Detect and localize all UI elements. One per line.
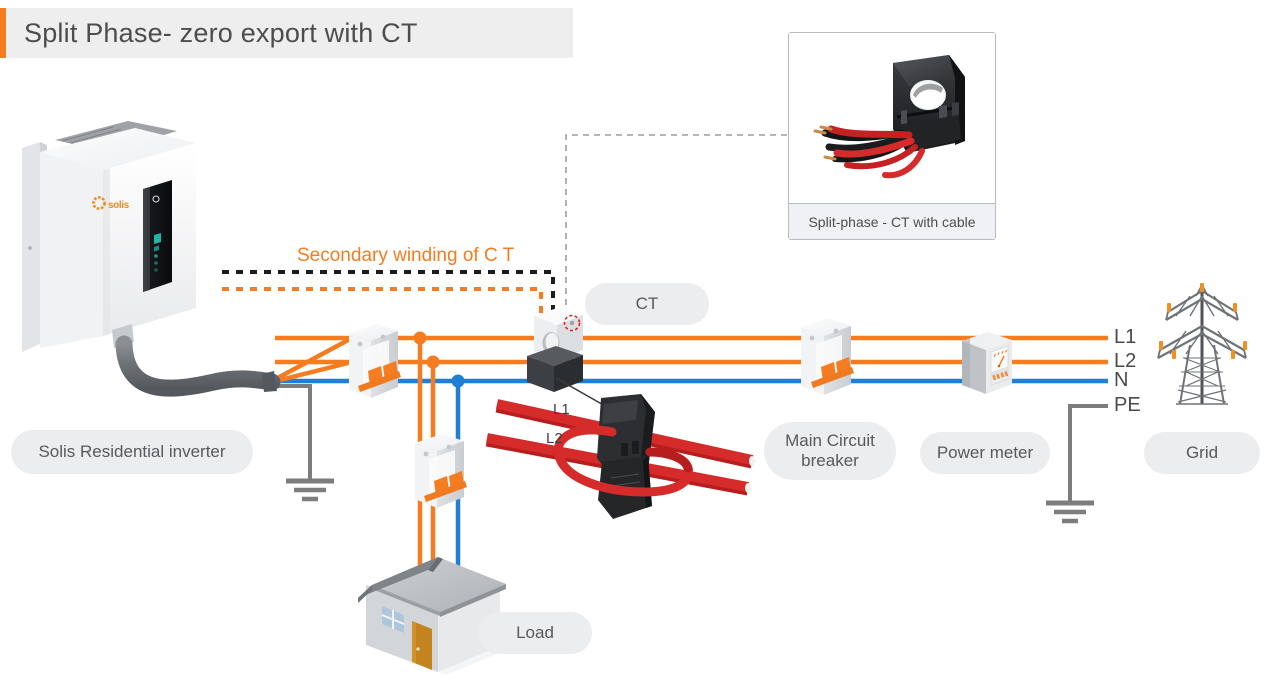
ct-photo-inset: Split-phase - CT with cable [788,32,996,240]
ct-detail-label-l2: L2 [546,430,563,447]
page-title-bar: Split Phase- zero export with CT [0,8,573,58]
secondary-winding-label: Secondary winding of C T [297,245,515,266]
text-layer: Secondary winding of C T L1 L2 [297,245,570,447]
ct-photo-caption: Split-phase - CT with cable [789,203,995,239]
bus-label-l1: L1 [1114,326,1137,348]
label-load: Load [478,612,592,654]
page-title: Split Phase- zero export with CT [24,17,418,48]
label-grid: Grid [1144,432,1260,474]
bus-label-n: N [1114,369,1129,391]
label-main-breaker-line2: breaker [801,451,859,470]
label-ct: CT [585,283,709,325]
ct-detail-label-l1: L1 [553,401,570,418]
label-power-meter: Power meter [920,432,1050,474]
title-accent-bar [0,8,6,58]
label-inverter: Solis Residential inverter [11,430,253,474]
ct-photo-svg [789,33,995,205]
label-main-circuit-breaker: Main Circuit breaker [764,422,896,480]
ct-photo-image [789,33,995,205]
label-main-breaker-line1: Main Circuit [785,431,875,451]
bus-label-pe: PE [1114,394,1141,416]
diagram-canvas: solis Split Phase- zero export with CT S… [0,0,1272,686]
